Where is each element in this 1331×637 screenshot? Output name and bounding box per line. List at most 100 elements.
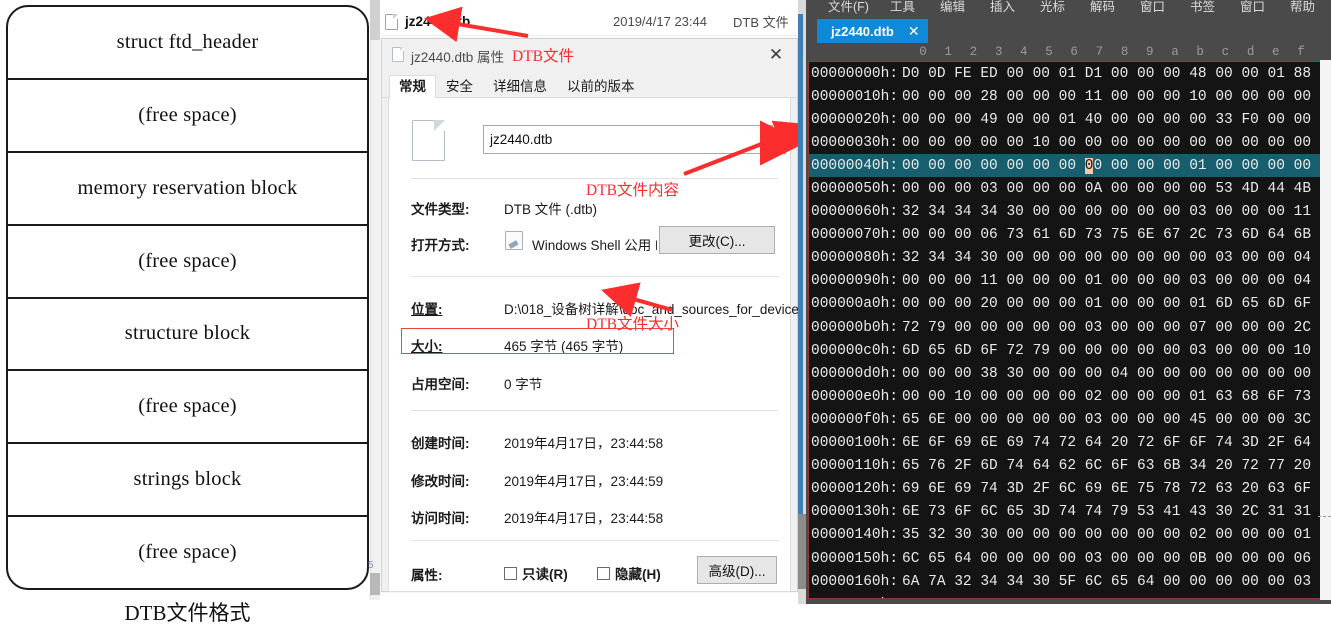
menu-item-1[interactable]: 文件(F) [828,0,869,15]
hex-byte[interactable]: 64 [1268,227,1285,243]
hex-byte[interactable]: 69 [1085,481,1102,497]
hex-byte[interactable]: 03 [1189,204,1206,220]
hex-byte[interactable]: 44 [1268,181,1285,197]
hex-byte[interactable]: 00 [1163,204,1180,220]
hex-byte[interactable]: 28 [980,89,997,105]
hex-byte[interactable]: 00 [954,135,971,151]
hex-byte[interactable]: 00 [954,227,971,243]
hex-byte[interactable]: 65 [1241,296,1258,312]
hex-byte[interactable]: 03 [1215,250,1232,266]
hex-byte[interactable]: 2F [1268,435,1285,451]
hex-byte[interactable]: 00 [1006,250,1023,266]
hex-byte[interactable]: 6D [1268,296,1285,312]
hex-byte[interactable]: 00 [1111,204,1128,220]
hex-byte[interactable]: 00 [928,366,945,382]
hex-byte[interactable]: 43 [1189,504,1206,520]
hex-byte[interactable]: 79 [1111,504,1128,520]
hex-row[interactable]: 00000170h:00 00 00 04 00 00 00 45 00 05 … [809,593,1328,598]
hex-byte[interactable]: 00 [1059,412,1076,428]
hex-byte[interactable]: ED [980,66,997,82]
hex-byte[interactable]: 00 [1137,89,1154,105]
hex-byte[interactable]: 61 [1033,227,1050,243]
hex-byte[interactable]: 00 [1163,135,1180,151]
hex-byte[interactable]: 6E [1111,481,1128,497]
hex-byte[interactable]: 00 [1006,597,1023,598]
hex-byte[interactable]: 00 [954,366,971,382]
hex-byte[interactable]: 10 [1189,89,1206,105]
hex-byte[interactable]: 00 [1268,250,1285,266]
menu-item-3[interactable]: 编辑 [940,0,965,15]
hex-byte[interactable]: 00 [1163,527,1180,543]
hex-byte[interactable]: 11 [1085,89,1102,105]
hex-byte[interactable]: 73 [1215,227,1232,243]
hex-byte[interactable]: 6F [980,343,997,359]
hex-byte[interactable]: 74 [1006,458,1023,474]
hex-byte[interactable]: 77 [1268,458,1285,474]
hex-byte[interactable]: 00 [1006,320,1023,336]
hex-byte[interactable]: 11 [980,273,997,289]
hex-byte[interactable]: 65 [928,551,945,567]
hex-byte[interactable]: 00 [1215,89,1232,105]
hex-byte[interactable]: 00 [954,273,971,289]
hex-byte[interactable]: 00 [928,597,945,598]
hex-row[interactable]: 00000140h: 35 32 30 30 00 00 00 00 00 00 … [809,524,1328,547]
menu-item-9[interactable]: 窗口 [1240,0,1265,15]
hex-byte[interactable]: 00 [1241,412,1258,428]
hex-byte[interactable]: 04 [980,597,997,598]
hex-byte[interactable]: 00 [1006,158,1023,174]
hex-byte[interactable]: 00 [1189,366,1206,382]
hex-byte[interactable]: 32 [928,527,945,543]
hex-byte[interactable]: 38 [980,366,997,382]
hex-row[interactable]: 000000a0h: 00 00 00 20 00 00 00 01 00 00 … [809,293,1328,316]
hex-byte[interactable]: 6D [980,458,997,474]
hex-row[interactable]: 00000080h: 32 34 34 30 00 00 00 00 00 00 … [809,247,1328,270]
hex-byte[interactable]: 00 [1111,320,1128,336]
hex-byte[interactable]: 00 [902,389,919,405]
hex-byte[interactable]: 74 [1215,435,1232,451]
hex-row[interactable]: 000000e0h: 00 00 10 00 00 00 00 02 00 00 … [809,385,1328,408]
checkbox-box-hidden[interactable] [597,566,610,580]
hex-byte[interactable]: 69 [902,481,919,497]
menu-item-10[interactable]: 帮助 [1290,0,1315,15]
hex-byte[interactable]: 64 [1033,458,1050,474]
hex-byte[interactable]: 00 [1241,135,1258,151]
hex-byte[interactable]: 01 [1189,158,1206,174]
hex-byte[interactable]: 40 [1085,112,1102,128]
hex-byte[interactable]: 00 [1215,273,1232,289]
hex-byte[interactable]: 6F [1163,435,1180,451]
menu-item-7[interactable]: 窗口 [1140,0,1165,15]
hex-byte[interactable]: 00 [1006,551,1023,567]
advanced-button[interactable]: 高级(D)... [697,556,777,584]
hex-byte[interactable]: 00 [1241,320,1258,336]
hex-byte[interactable]: 00 [954,181,971,197]
hex-byte[interactable]: 3D [1006,481,1023,497]
hex-byte[interactable]: 00 [1241,597,1258,598]
hex-byte[interactable]: 00 [1268,158,1285,174]
hex-byte[interactable]: 00 [1163,597,1180,598]
close-icon[interactable]: ✕ [759,39,793,69]
hex-byte[interactable]: 00 [1215,597,1232,598]
hex-byte[interactable]: 48 [1189,66,1206,82]
hex-byte[interactable]: 73 [928,504,945,520]
hex-byte[interactable]: 72 [1241,458,1258,474]
hex-byte[interactable]: 88 [1294,66,1311,82]
hex-byte[interactable]: 00 [980,551,997,567]
hex-byte[interactable]: 00 [1137,273,1154,289]
hex-byte[interactable]: 65 [902,458,919,474]
hex-byte[interactable]: 00 [954,296,971,312]
hex-row[interactable]: 00000160h: 6A 7A 32 34 34 30 5F 6C 65 64 … [809,570,1328,593]
hex-row[interactable]: 000000f0h: 65 6E 00 00 00 00 00 03 00 00 … [809,408,1328,431]
hex-byte[interactable]: 00 [1215,343,1232,359]
hex-byte[interactable]: 6E [1137,227,1154,243]
hex-byte[interactable]: 32 [954,574,971,590]
hex-byte[interactable]: 02 [1189,527,1206,543]
hex-byte[interactable]: 00 [1268,273,1285,289]
hex-byte[interactable]: 00 [1033,597,1050,598]
hex-byte[interactable]: 68 [1241,389,1258,405]
hex-byte[interactable]: 00 [1006,273,1023,289]
hex-editor-menubar[interactable]: 文件(F) 工具 编辑 插入 光标 解码 窗口 书签 窗口 帮助 [798,0,1331,18]
hex-byte[interactable]: 00 [928,227,945,243]
hex-byte[interactable]: 00 [1163,389,1180,405]
hex-byte[interactable]: 6D [1215,296,1232,312]
hex-byte[interactable]: 74 [980,481,997,497]
